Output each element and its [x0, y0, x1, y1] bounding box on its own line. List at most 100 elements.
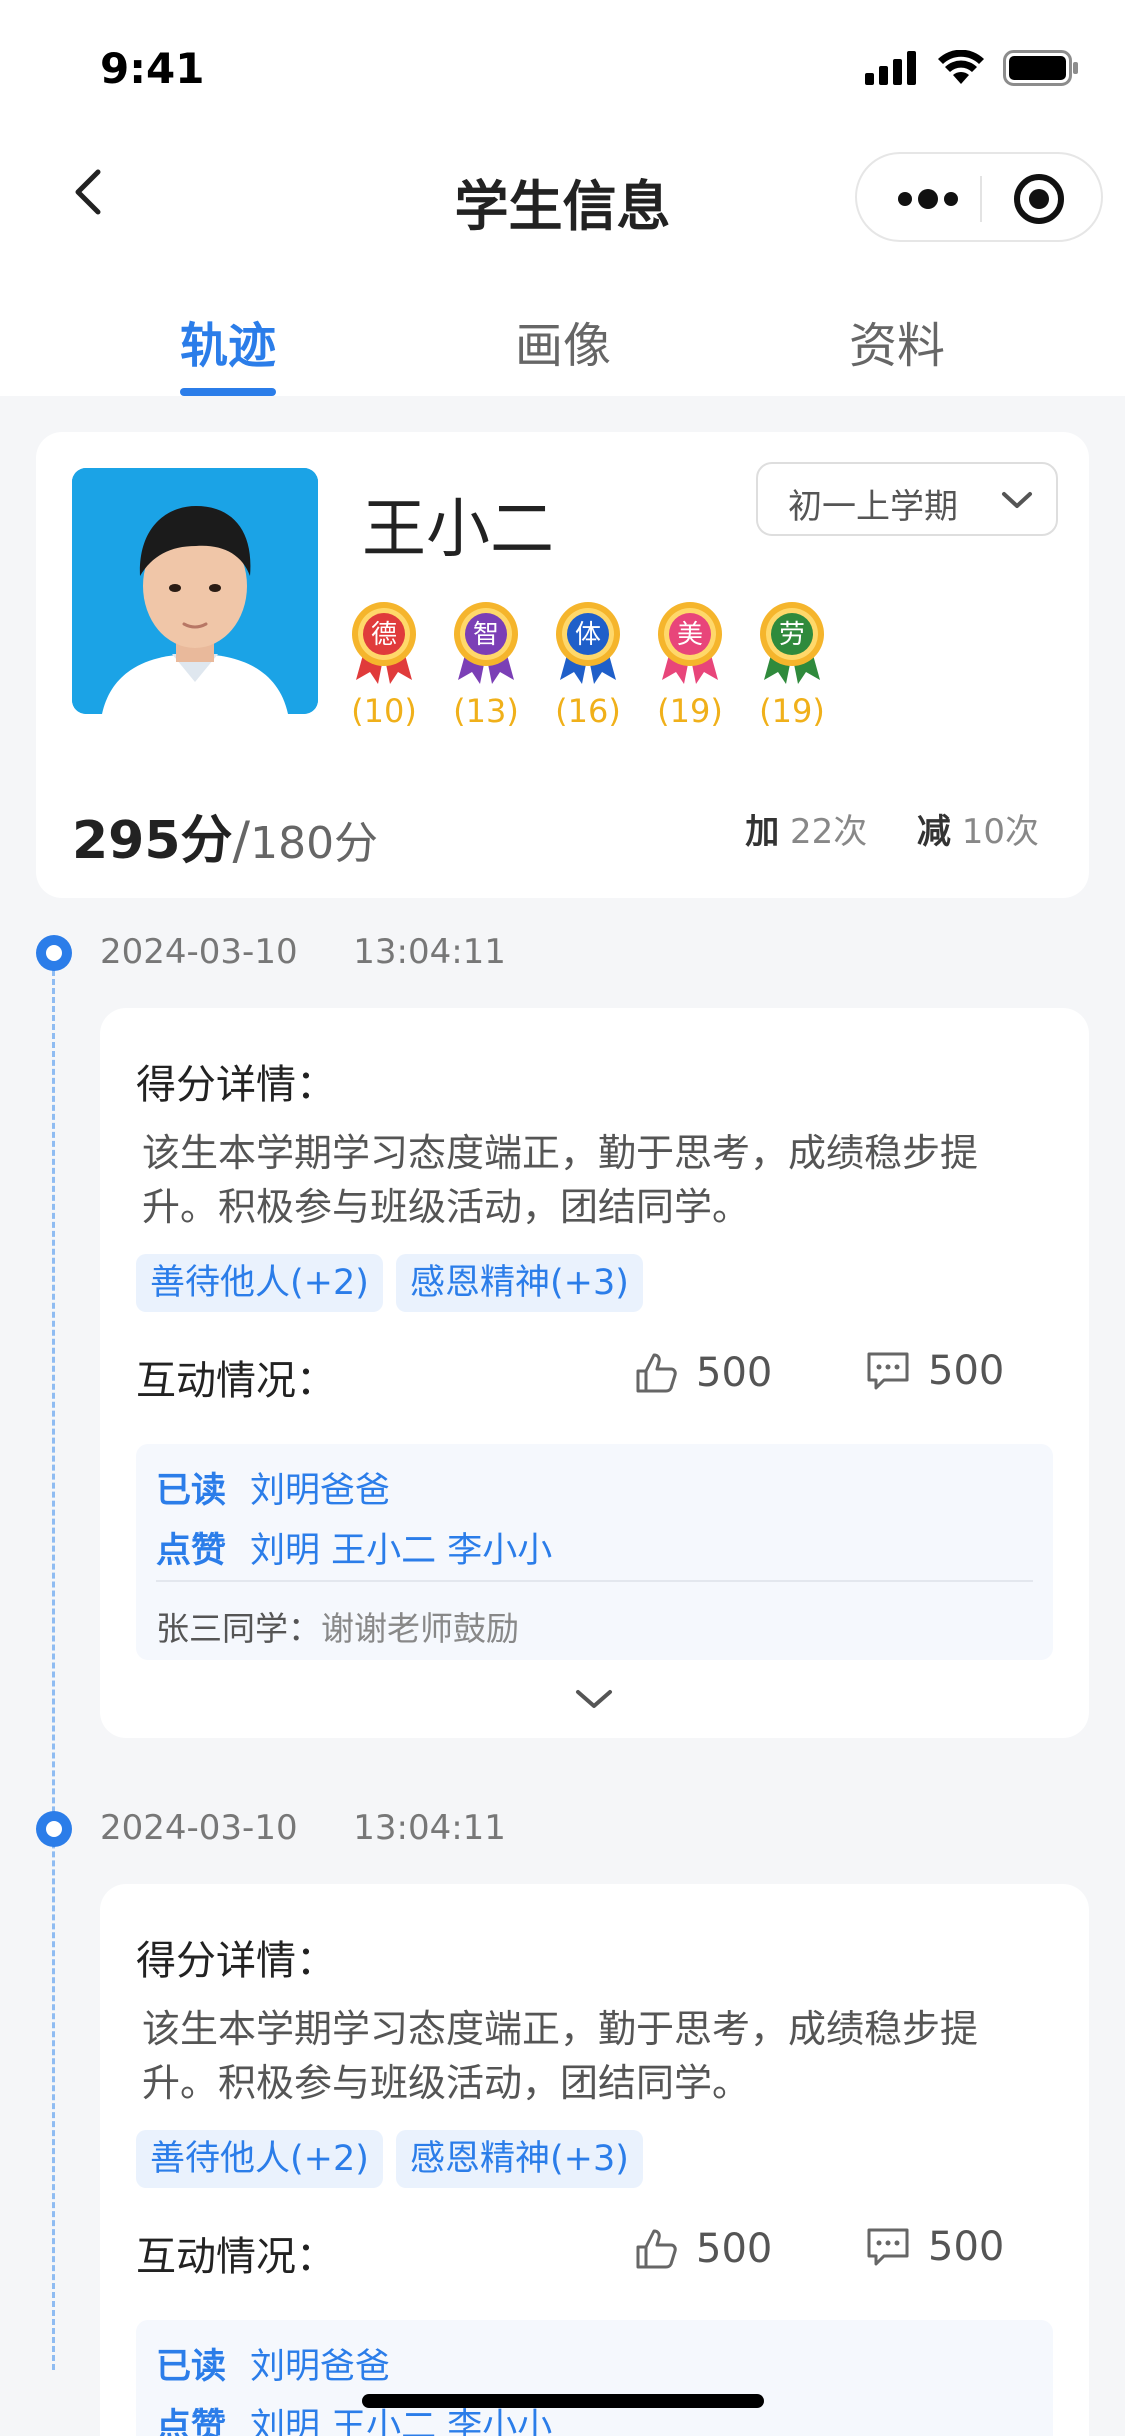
medal-icon: 劳	[760, 602, 824, 684]
detail-title: 得分详情：	[136, 1938, 336, 1984]
badge-count: (16)	[555, 692, 621, 730]
entry-datetime: 2024-03-10 13:04:11	[100, 1808, 506, 1848]
student-card: 王小二 初一上学期 德 (10) 智 (13) 体 (16) 美 (19) 劳 …	[36, 432, 1089, 898]
detail-title: 得分详情：	[136, 1062, 336, 1108]
entry-time: 13:04:11	[353, 1808, 506, 1848]
entry-card: 得分详情： 该生本学期学习态度端正，勤于思考，成绩稳步提升。积极参与班级活动，团…	[100, 1884, 1089, 2436]
thumbs-up-icon	[636, 1353, 677, 1393]
badge-char: 劳	[779, 620, 805, 650]
status-bar: 9:41	[0, 0, 1125, 140]
badge-intellect: 智 (13)	[450, 600, 522, 730]
comment-text: 谢谢老师鼓励	[321, 1609, 519, 1648]
wifi-icon	[938, 50, 984, 84]
student-photo	[72, 468, 318, 714]
comment-stat[interactable]: 500	[866, 2224, 1004, 2270]
medal-icon: 德	[352, 602, 416, 684]
add-count: 22次	[790, 812, 868, 852]
interaction-box: 已读 刘明爸爸 点赞 刘明 王小二 李小小 张三同学：谢谢老师鼓励	[136, 1444, 1053, 1660]
badge-physical: 体 (16)	[552, 600, 624, 730]
comment-icon	[867, 1352, 909, 1390]
student-name: 王小二	[362, 493, 554, 567]
timeline-dot	[36, 935, 72, 971]
comment-count: 500	[928, 2224, 1005, 2270]
interaction-box: 已读 刘明爸爸 点赞 刘明 王小二 李小小	[136, 2320, 1053, 2436]
status-icons	[865, 50, 1079, 86]
detail-text: 该生本学期学习态度端正，勤于思考，成绩稳步提升。积极参与班级活动，团结同学。	[142, 2007, 979, 2105]
badge-char: 美	[677, 620, 703, 650]
detail-text: 该生本学期学习态度端正，勤于思考，成绩稳步提升。积极参与班级活动，团结同学。	[142, 1131, 979, 1229]
thumbs-up-icon	[636, 2229, 677, 2269]
comment-icon	[867, 2228, 909, 2266]
badge-list: 德 (10) 智 (13) 体 (16) 美 (19) 劳 (19)	[348, 600, 828, 730]
comment-count: 500	[928, 1348, 1005, 1394]
score-separator: /	[232, 811, 251, 871]
add-sub-counts: 加 22次 减 10次	[745, 804, 1039, 853]
student-avatar	[72, 468, 318, 714]
like-names: 刘明 王小二 李小小	[250, 2407, 553, 2436]
read-row: 已读 刘明爸爸	[156, 2338, 390, 2389]
tag: 感恩精神(+3)	[396, 2130, 643, 2188]
read-label: 已读	[156, 1471, 227, 1511]
like-count: 500	[696, 1350, 773, 1396]
add-label: 加	[745, 812, 780, 852]
medal-icon: 智	[454, 602, 518, 684]
battery-icon	[1003, 50, 1078, 86]
badge-char: 智	[473, 620, 499, 650]
timeline-dot	[36, 1811, 72, 1847]
sub-count: 10次	[961, 812, 1039, 852]
badge-char: 体	[575, 620, 601, 650]
signal-icon	[865, 51, 916, 85]
close-target-icon[interactable]	[1012, 172, 1066, 226]
capsule-divider	[980, 176, 982, 222]
chevron-down-icon	[1002, 492, 1032, 508]
tag: 善待他人(+2)	[136, 1254, 383, 1312]
sub-label: 减	[916, 812, 951, 852]
score-current: 295分	[72, 811, 233, 871]
nav-bar: 学生信息	[0, 140, 1125, 250]
entry-card: 得分详情： 该生本学期学习态度端正，勤于思考，成绩稳步提升。积极参与班级活动，团…	[100, 1008, 1089, 1738]
entry-time: 13:04:11	[353, 932, 506, 972]
interaction-title: 互动情况：	[136, 2234, 336, 2280]
tab-bar: 轨迹 画像 资料	[0, 290, 1125, 396]
comment-stat[interactable]: 500	[866, 1348, 1004, 1394]
badge-char: 德	[371, 620, 397, 650]
term-select[interactable]: 初一上学期	[756, 462, 1058, 536]
tab-profile[interactable]: 资料	[797, 306, 997, 376]
like-stat[interactable]: 500	[634, 1350, 772, 1396]
badge-moral: 德 (10)	[348, 600, 420, 730]
read-names: 刘明爸爸	[250, 2347, 391, 2387]
like-names: 刘明 王小二 李小小	[250, 1531, 553, 1571]
tag: 感恩精神(+3)	[396, 1254, 643, 1312]
term-select-value: 初一上学期	[788, 487, 958, 527]
medal-icon: 美	[658, 602, 722, 684]
like-count: 500	[696, 2226, 773, 2272]
status-time: 9:41	[100, 44, 205, 93]
like-stat[interactable]: 500	[634, 2226, 772, 2272]
read-row: 已读 刘明爸爸	[156, 1462, 390, 1513]
medal-icon: 体	[556, 602, 620, 684]
badge-count: (19)	[759, 692, 825, 730]
like-label: 点赞	[156, 2407, 227, 2436]
interaction-title: 互动情况：	[136, 1358, 336, 1404]
badge-count: (10)	[351, 692, 417, 730]
entry-date: 2024-03-10	[100, 1808, 298, 1848]
score-summary: 295分/180分	[72, 798, 378, 873]
comment-user: 张三同学：	[156, 1609, 321, 1648]
entry-datetime: 2024-03-10 13:04:11	[100, 932, 506, 972]
expand-chevron-icon[interactable]	[572, 1684, 616, 1714]
tab-underline	[180, 388, 276, 396]
like-label: 点赞	[156, 1531, 227, 1571]
entry-date: 2024-03-10	[100, 932, 298, 972]
badge-count: (13)	[453, 692, 519, 730]
read-names: 刘明爸爸	[250, 1471, 391, 1511]
badge-labor: 劳 (19)	[756, 600, 828, 730]
divider	[156, 1580, 1033, 1582]
badge-count: (19)	[657, 692, 723, 730]
badge-aesthetic: 美 (19)	[654, 600, 726, 730]
mini-program-capsule	[855, 152, 1103, 242]
comment-row: 张三同学：谢谢老师鼓励	[156, 1602, 519, 1650]
like-row: 点赞 刘明 王小二 李小小	[156, 1522, 552, 1573]
more-icon[interactable]	[893, 184, 963, 214]
tab-track[interactable]: 轨迹	[128, 306, 328, 376]
tab-portrait[interactable]: 画像	[463, 306, 663, 376]
